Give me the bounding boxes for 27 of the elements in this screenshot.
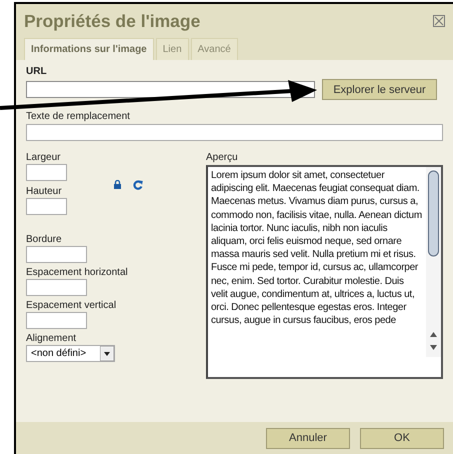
close-icon[interactable] [433,15,445,27]
refresh-icon[interactable] [133,180,143,190]
field-label: Texte de remplacement [26,111,131,123]
scrollbar[interactable] [426,167,441,357]
size-field[interactable] [26,198,67,215]
spacing-field[interactable] [26,279,87,296]
field-label: Espacement horizontal [26,267,129,279]
field-label: Bordure [26,234,63,246]
dialog-button[interactable]: Annuler [266,428,350,448]
dialog-title: Propriétés de l'image [24,10,200,32]
lock-icon[interactable] [114,180,121,189]
field-label: Espacement vertical [26,300,118,312]
size-field[interactable] [26,164,67,181]
field-label: Largeur [26,152,62,164]
preview-text: Lorem ipsum dolor sit amet, consectetuer adipiscing elit. Maecenas feugiat consequat diam. Maecenas metus. Vivamus diam purus, cursus a, commodo non, facilisis vitae, nulla. Aenean dictum lacinia tortor. Nunc iaculis, nibh non iaculis aliquam, orci felis euismod neque, sed ornare massa mauris sed velit. Nulla pretium mi et risus. Fusce mi pede, tempor id, cursus ac, ullamcorper nec, enim. Sed tortor. Curabitur molestie. Duis velit augue, condimentum at, ultrices a, luctus ut, orci. Donec pellentesque egestas eros. Integer cursus, augue in cursus faucibus, eros pede [210,169,422,328]
field-label: Hauteur [26,186,63,198]
dropdown-arrow-icon[interactable] [100,346,114,361]
field-label: Aperçu [206,152,239,164]
dialog-button[interactable]: OK [360,428,444,448]
alt-text-field[interactable] [26,124,443,141]
browse-server-button[interactable]: Explorer le serveur [322,79,437,100]
spacing-field[interactable] [26,312,87,329]
field-label: Alignement [26,333,78,345]
field-label: URL [26,66,48,78]
alignment-select[interactable]: <non défini> [26,345,115,362]
tab[interactable]: Informations sur l'image [24,38,154,60]
spacing-field[interactable] [26,246,87,263]
